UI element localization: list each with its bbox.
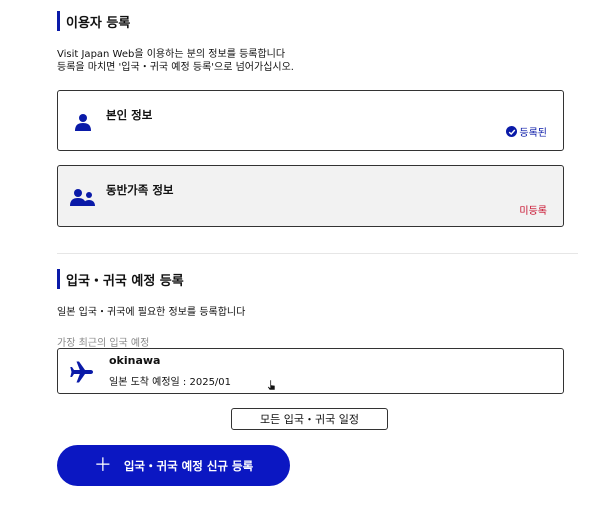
trip-registration-heading: 입국・귀국 예정 등록 bbox=[57, 268, 184, 290]
self-info-status-badge: 등록된 bbox=[506, 124, 547, 139]
hand-cursor-icon bbox=[266, 376, 278, 395]
new-trip-registration-button[interactable]: ＋ 입국・귀국 예정 신규 등록 bbox=[57, 445, 290, 486]
airplane-icon bbox=[70, 361, 94, 387]
heading-accent-bar bbox=[57, 11, 60, 31]
trip-destination: okinawa bbox=[109, 354, 161, 367]
new-trip-registration-label: 입국・귀국 예정 신규 등록 bbox=[123, 458, 254, 473]
plus-icon: ＋ bbox=[93, 454, 112, 476]
person-icon bbox=[74, 113, 92, 135]
companion-info-card[interactable]: 동반가족 정보 미등록 bbox=[57, 165, 564, 227]
user-registration-description: Visit Japan Web을 이용하는 분의 정보를 등록합니다 등록을 마… bbox=[57, 48, 294, 74]
heading-accent-bar bbox=[57, 269, 60, 289]
check-circle-icon bbox=[506, 126, 518, 137]
self-info-title: 본인 정보 bbox=[106, 108, 153, 122]
section-divider bbox=[57, 253, 578, 254]
user-registration-heading: 이용자 등록 bbox=[57, 10, 130, 32]
latest-trip-label: 가장 최근의 입국 예정 bbox=[57, 338, 150, 349]
trip-registration-title: 입국・귀국 예정 등록 bbox=[66, 273, 184, 289]
all-trips-button[interactable]: 모든 입국・귀국 일정 bbox=[231, 408, 388, 430]
self-info-card[interactable]: 본인 정보 등록된 bbox=[57, 90, 564, 151]
people-icon bbox=[70, 188, 96, 210]
desc-line-1: Visit Japan Web을 이용하는 분의 정보를 등록합니다 bbox=[57, 49, 286, 60]
companion-info-title: 동반가족 정보 bbox=[106, 183, 174, 197]
user-registration-title: 이용자 등록 bbox=[66, 15, 131, 31]
self-info-status-text: 등록된 bbox=[519, 128, 547, 139]
trip-arrival-date: 일본 도착 예정일 : 2025/01 bbox=[109, 377, 232, 388]
desc-line-2: 등록을 마치면 '입국・귀국 예정 등록'으로 넘어가십시오. bbox=[57, 62, 294, 73]
trip-registration-description: 일본 입국・귀국에 필요한 정보를 등록합니다 bbox=[57, 307, 246, 318]
latest-trip-card[interactable]: okinawa 일본 도착 예정일 : 2025/01 bbox=[57, 348, 564, 394]
companion-info-status-text: 미등록 bbox=[519, 206, 547, 217]
